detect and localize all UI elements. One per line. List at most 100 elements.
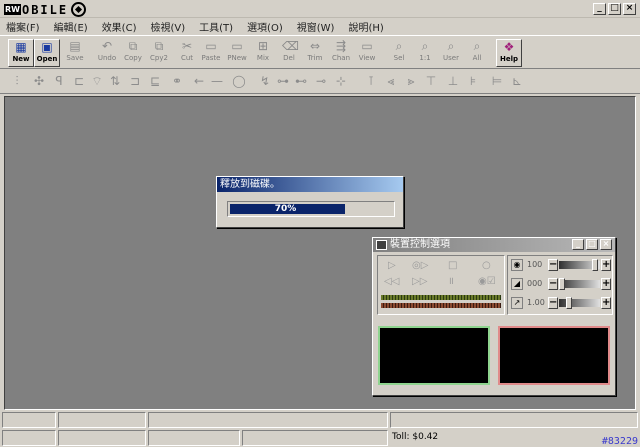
slider-thumb[interactable] — [559, 278, 565, 290]
eq-5-icon[interactable]: ⊺ — [364, 74, 378, 88]
echo-icon[interactable]: ⚭ — [170, 74, 184, 88]
noise-gate-icon[interactable]: ↯ — [258, 74, 272, 88]
toolbar-undo-button[interactable]: ↶ Undo — [94, 39, 120, 67]
pause-icon[interactable]: ॥ — [448, 276, 454, 288]
toolbar-button-label: Copy — [124, 54, 142, 62]
filter-4-icon[interactable]: ⊨ — [490, 74, 504, 88]
slider-decrease-button[interactable]: − — [548, 297, 558, 309]
eq-2-icon[interactable]: ⊷ — [294, 74, 308, 88]
crossfade-icon[interactable]: ⌔ — [90, 74, 104, 88]
toolbar-trim-button[interactable]: ⇔ Trim — [302, 39, 328, 67]
toolbar-button-label: All — [472, 54, 482, 62]
eq-4-icon[interactable]: ⊹ — [334, 74, 348, 88]
device-control-window: 裝置控制選項 _ □ × ▷ ◎▷ □ ○ ◁◁ ▷▷ ॥ ◉☑ ◉ 100− + ◢… — [372, 237, 616, 396]
reverse-icon[interactable]: ⊐ — [128, 74, 142, 88]
status-cell — [148, 430, 240, 446]
flange-icon[interactable]: ⪡ — [384, 74, 398, 88]
toolbar-1-1-button[interactable]: ⌕ 1:1 — [412, 39, 438, 67]
slider-track[interactable] — [559, 259, 600, 271]
select-zoom-icon: ⌕ — [395, 39, 403, 53]
progress-bar: 70% — [227, 201, 395, 217]
close-button[interactable]: × — [600, 239, 612, 250]
cut-icon: ✂ — [181, 39, 193, 53]
toolbar-button-label: Mix — [256, 54, 270, 62]
menu-window[interactable]: 視窗(W) — [297, 19, 335, 34]
menu-tools[interactable]: 工具(T) — [199, 19, 233, 34]
fast-forward-icon[interactable]: ▷▷ — [412, 276, 427, 288]
toolbar-pnew-button[interactable]: ▭ PNew — [224, 39, 250, 67]
logo-text: OBILE — [21, 2, 69, 17]
slider-panel: ◉ 100− + ◢ 000− + ↗ 1.00− + — [507, 255, 613, 315]
maximize-button[interactable]: □ — [608, 3, 621, 15]
fade-in-icon[interactable]: ꟼ — [52, 74, 66, 88]
menu-help[interactable]: 說明(H) — [348, 19, 383, 34]
rewind-icon[interactable]: ◁◁ — [384, 276, 399, 288]
toolbar-paste-button[interactable]: ▭ Paste — [198, 39, 224, 67]
toolbar-open-button[interactable]: ▣ Open — [34, 39, 60, 67]
toolbar-copy-button[interactable]: ⧉ Copy — [120, 39, 146, 67]
play-loop-icon[interactable]: ◎▷ — [412, 260, 428, 272]
play-icon[interactable]: ▷ — [388, 260, 396, 272]
slider-decrease-button[interactable]: − — [548, 259, 558, 271]
progress-dialog-title: 釋放到磁碟。 — [217, 177, 403, 192]
zoom-1-1-icon: ⌕ — [421, 39, 429, 53]
slider-increase-button[interactable]: + — [601, 297, 611, 309]
toolbar-del-button[interactable]: ⌫ Del — [276, 39, 302, 67]
mix-icon: ⊞ — [257, 39, 269, 53]
slider-decrease-button[interactable]: − — [548, 278, 558, 290]
copy2-icon: ⧉ — [154, 39, 164, 53]
slider-thumb[interactable] — [566, 297, 572, 309]
record-icon[interactable]: ○ — [482, 260, 491, 272]
normalize-icon[interactable]: ✣ — [32, 74, 46, 88]
menu-view[interactable]: 檢視(V) — [150, 19, 185, 34]
eq-3-icon[interactable]: ⊸ — [314, 74, 328, 88]
effects-toolbar: ⫶ ✣ ꟼ ⊏ ⌔ ⇅ ⊐ ⊑ ⚭ ← — ◯ ↯ ⊶ ⊷ ⊸ ⊹ ⊺ ⪡ ⪢ ⊤ ⊥ ⊧ ⊨ ⊾ — [0, 70, 640, 94]
tone-left-icon[interactable]: ← — [192, 74, 206, 88]
eq-1-icon[interactable]: ⊶ — [276, 74, 290, 88]
slider-increase-button[interactable]: + — [601, 259, 611, 271]
minimize-button[interactable]: _ — [572, 239, 584, 250]
toolbar-all-button[interactable]: ⌕ All — [464, 39, 490, 67]
slider-thumb[interactable] — [592, 259, 598, 271]
invert-icon[interactable]: ⇅ — [108, 74, 122, 88]
minimize-button[interactable]: _ — [593, 3, 606, 15]
filter-2-icon[interactable]: ⊥ — [446, 74, 460, 88]
amplify-icon[interactable]: ⫶ — [10, 74, 24, 88]
toolbar-new-button[interactable]: ▦ New — [8, 39, 34, 67]
slider-track[interactable] — [559, 278, 600, 290]
filter-3-icon[interactable]: ⊧ — [466, 74, 480, 88]
toolbar-chan-button[interactable]: ⇶ Chan — [328, 39, 354, 67]
pitch-icon[interactable]: ⊾ — [510, 74, 524, 88]
slider-value: 000 — [527, 279, 543, 288]
toolbar-sel-button[interactable]: ⌕ Sel — [386, 39, 412, 67]
toolbar-button-label: Cut — [180, 54, 194, 62]
tone-right-icon[interactable]: — — [210, 74, 224, 88]
toolbar-view-button[interactable]: ▭ View — [354, 39, 380, 67]
fade-out-icon[interactable]: ⊏ — [72, 74, 86, 88]
close-button[interactable]: × — [623, 3, 636, 15]
device-control-title-bar: 裝置控制選項 _ □ × — [373, 238, 615, 252]
menu-file[interactable]: 檔案(F) — [6, 19, 40, 34]
slider-track[interactable] — [559, 297, 600, 309]
toolbar-help-button[interactable]: ❖ Help — [496, 39, 522, 67]
menu-options[interactable]: 選項(O) — [247, 19, 283, 34]
toolbar-cpy2-button[interactable]: ⧉ Cpy2 — [146, 39, 172, 67]
slider-increase-button[interactable]: + — [601, 278, 611, 290]
menu-effects[interactable]: 效果(C) — [102, 19, 137, 34]
toolbar-cut-button[interactable]: ✂ Cut — [174, 39, 200, 67]
menu-edit[interactable]: 編輯(E) — [54, 19, 88, 34]
status-cell — [58, 430, 146, 446]
chorus-icon[interactable]: ⪢ — [404, 74, 418, 88]
toolbar-mix-button[interactable]: ⊞ Mix — [250, 39, 276, 67]
slider-value: 1.00 — [527, 298, 545, 307]
maximize-button[interactable]: □ — [586, 239, 598, 250]
filter-1-icon[interactable]: ⊤ — [424, 74, 438, 88]
toolbar-button-label: New — [12, 55, 30, 63]
toolbar-user-button[interactable]: ⌕ User — [438, 39, 464, 67]
stop-icon[interactable]: □ — [448, 260, 457, 272]
silence-icon[interactable]: ◯ — [232, 74, 246, 88]
toolbar-save-button[interactable]: ▤ Save — [62, 39, 88, 67]
status-cell — [2, 412, 56, 428]
compress-icon[interactable]: ⊑ — [148, 74, 162, 88]
loop-checkbox-icon[interactable]: ◉☑ — [478, 276, 496, 288]
